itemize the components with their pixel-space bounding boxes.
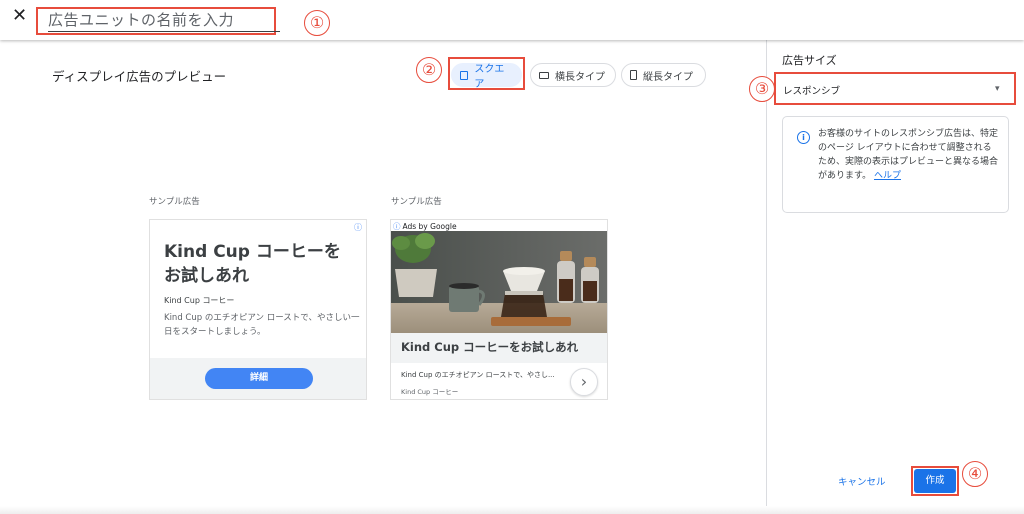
portrait-shape-icon [630,70,637,80]
ad-size-label: 広告サイズ [782,54,837,67]
coffee-photo [391,231,607,333]
chevron-right-icon[interactable]: › [570,368,598,396]
close-icon[interactable]: ✕ [12,6,27,26]
ad-footer: 詳細 [150,358,366,399]
chip-landscape[interactable]: 横長タイプ [530,63,616,87]
square-shape-icon [460,70,469,80]
info-message: お客様のサイトのレスポンシブ広告は、特定のページ レイアウトに合わせて調整される… [818,129,999,181]
help-link[interactable]: ヘルプ [874,171,901,181]
ad-unit-name-input[interactable]: 広告ユニットの名前を入力 [48,10,234,30]
ad-brand: Kind Cup コーヒー [164,296,235,305]
header-bar: ✕ 広告ユニットの名前を入力 ① [0,0,1024,40]
ad-description: Kind Cup のエチオピアン ローストで、やさしい一日をスタートしましょう。 [164,313,360,337]
info-icon: i [797,131,810,144]
coffee-photo-illustration [391,231,607,333]
create-button[interactable]: 作成 [914,469,956,493]
ad-size-panel [766,40,1024,514]
ad-headline: Kind Cup コーヒーを お試しあれ [164,242,341,286]
chip-label: 横長タイプ [555,71,605,83]
info-text: お客様のサイトのレスポンシブ広告は、特定のページ レイアウトに合わせて調整される… [818,127,998,183]
chip-square[interactable]: スクエア [451,63,522,90]
sample-ad-label: サンプル広告 [149,197,200,207]
cancel-button[interactable]: キャンセル [838,474,886,488]
callout-4: ④ [962,461,988,487]
chip-portrait[interactable]: 縦長タイプ [621,63,706,87]
chip-label: 縦長タイプ [643,71,693,83]
sample-ad-label: サンプル広告 [391,197,442,207]
ad-description: Kind Cup のエチオピアン ローストで、やさし... [401,371,555,379]
preview-title: ディスプレイ広告のプレビュー [52,69,227,84]
ads-by-label: Ads by Google [402,222,457,231]
callout-3: ③ [749,76,775,102]
ad-info-icon[interactable]: ⓘ [354,222,362,233]
callout-1: ① [304,10,330,36]
sample-ad-text-card: ⓘ Kind Cup コーヒーを お試しあれ Kind Cup コーヒー Kin… [149,219,367,400]
landscape-shape-icon [539,71,549,79]
ad-brand: Kind Cup コーヒー [401,388,459,396]
info-box: i お客様のサイトのレスポンシブ広告は、特定のページ レイアウトに合わせて調整さ… [782,116,1009,213]
ad-size-value: レスポンシブ [783,86,841,97]
sample-ad-image-card: ⓘ Ads by Google Kind Cup コーヒーをお試しあれ Kind… [390,219,608,400]
callout-2: ② [416,57,442,83]
ad-headline-band: Kind Cup コーヒーをお試しあれ [391,333,607,363]
chevron-down-icon: ▾ [995,84,1000,94]
chip-label: スクエア [474,64,505,90]
bottom-edge [0,506,1024,514]
ad-headline: Kind Cup コーヒーをお試しあれ [401,340,579,354]
name-input-underline [48,31,280,32]
ad-detail-button[interactable]: 詳細 [205,368,313,389]
